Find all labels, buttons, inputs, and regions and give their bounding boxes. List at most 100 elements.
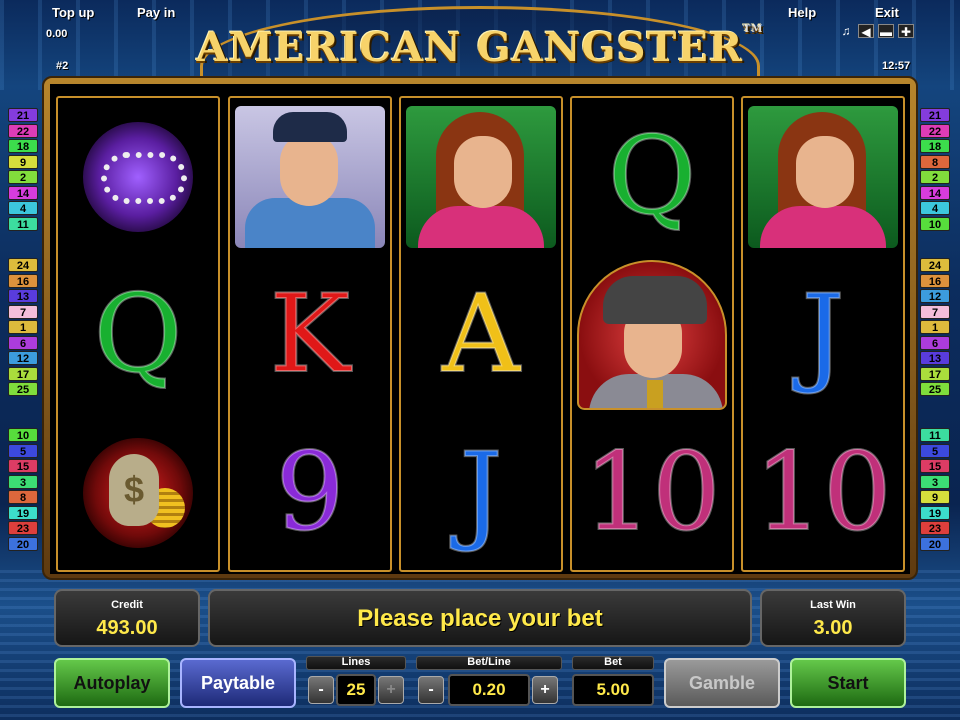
payline-badge-right: 7	[920, 304, 950, 319]
payline-badge-right: 22	[920, 123, 950, 138]
bet-line-label: Bet/Line	[467, 656, 511, 668]
reel-cell: J	[743, 256, 903, 414]
reel-5: J 10	[741, 96, 905, 572]
payline-badge-right: 4	[920, 201, 950, 215]
reel-cell	[743, 98, 903, 256]
message-panel: Please place your bet	[208, 589, 752, 647]
balance-value: 0.00	[46, 28, 68, 40]
payline-badge-right: 3	[920, 474, 950, 489]
letter-symbol: 10	[582, 430, 721, 555]
paytable-button[interactable]: Paytable	[180, 658, 296, 708]
payline-badge-left: 18	[8, 139, 38, 153]
bet-line-minus-button[interactable]: -	[418, 676, 444, 704]
payline-badge-right: 24	[920, 258, 950, 272]
reel-cell: 10	[743, 414, 903, 570]
payline-badge-right: 6	[920, 335, 950, 350]
payline-badge-right: 12	[920, 289, 950, 303]
payline-badge-left: 1	[8, 320, 38, 334]
gangster-symbol	[577, 260, 727, 410]
reel-cell	[58, 414, 218, 570]
woman-symbol	[406, 106, 556, 248]
payline-badge-right: 8	[920, 154, 950, 169]
reel-cell	[58, 98, 218, 256]
gamble-button[interactable]: Gamble	[664, 658, 780, 708]
settings-icon[interactable]: ▬	[878, 24, 894, 39]
payline-badge-left: 21	[8, 108, 38, 122]
reel-cell: 10	[572, 414, 732, 570]
credit-value: 493.00	[96, 617, 158, 639]
pay-in-link[interactable]: Pay in	[137, 5, 175, 20]
lines-minus-button[interactable]: -	[308, 676, 334, 704]
autoplay-button[interactable]: Autoplay	[54, 658, 170, 708]
payline-badge-left: 3	[8, 474, 38, 489]
exit-link[interactable]: Exit	[875, 5, 899, 20]
sound-icon[interactable]: ◀	[858, 24, 874, 39]
bet-value: 5.00	[572, 674, 654, 706]
credit-label: Credit	[111, 599, 143, 611]
music-icon[interactable]: ♫	[838, 24, 854, 38]
start-button[interactable]: Start	[790, 658, 906, 708]
payline-badge-left: 13	[8, 289, 38, 303]
payline-badge-left: 5	[8, 443, 38, 458]
payline-badge-right: 19	[920, 505, 950, 520]
payline-badge-left: 4	[8, 201, 38, 215]
lines-plus-button[interactable]: +	[378, 676, 404, 704]
payline-badge-left: 23	[8, 521, 38, 535]
bet-label: Bet	[604, 656, 622, 668]
payline-badge-right: 10	[920, 216, 950, 231]
payline-badge-left: 7	[8, 304, 38, 319]
fullscreen-icon[interactable]: ✚	[898, 24, 914, 39]
message-text: Please place your bet	[357, 605, 603, 632]
top-icons: ♫ ◀ ▬ ✚	[838, 24, 914, 39]
letter-symbol: J	[458, 430, 503, 555]
reel-cell: A	[401, 256, 561, 414]
clock: 12:57	[882, 60, 911, 72]
credit-panel: Credit 493.00	[54, 589, 200, 647]
money-bag-symbol	[83, 438, 193, 548]
payline-badge-left: 11	[8, 216, 38, 231]
woman-symbol	[748, 106, 898, 248]
payline-badge-right: 2	[920, 170, 950, 184]
lines-label: Lines	[341, 656, 371, 668]
payline-badge-right: 14	[920, 185, 950, 200]
payline-badge-right: 23	[920, 521, 950, 535]
payline-badge-right: 5	[920, 443, 950, 458]
top-up-link[interactable]: Top up	[52, 5, 94, 20]
reel-cell: J	[401, 414, 561, 570]
payline-badge-right: 17	[920, 366, 950, 381]
payline-badge-left: 24	[8, 258, 38, 272]
payline-badge-left: 17	[8, 366, 38, 381]
payline-badge-left: 10	[8, 428, 38, 442]
payline-badge-right: 18	[920, 139, 950, 153]
lines-value: 25	[336, 674, 376, 706]
reel-cell	[230, 98, 390, 256]
payline-badge-left: 19	[8, 505, 38, 520]
game-number: #2	[56, 60, 69, 72]
reel-cell: K	[230, 256, 390, 414]
payline-badge-left: 15	[8, 459, 38, 473]
jewelry-symbol	[83, 122, 193, 232]
payline-badge-left: 20	[8, 536, 38, 551]
reel-3: AJ	[399, 96, 563, 572]
bet-line-plus-button[interactable]: +	[532, 676, 558, 704]
help-link[interactable]: Help	[788, 5, 816, 20]
payline-badge-left: 6	[8, 335, 38, 350]
payline-badge-right: 11	[920, 428, 950, 442]
payline-badge-right: 16	[920, 273, 950, 288]
reel-cell	[401, 98, 561, 256]
payline-badge-right: 13	[920, 351, 950, 365]
payline-badge-right: 1	[920, 320, 950, 334]
letter-symbol: Q	[93, 272, 184, 397]
letter-symbol: J	[800, 272, 845, 397]
reel-1: Q	[56, 96, 220, 572]
reel-2: K9	[228, 96, 392, 572]
reel-cell: 9	[230, 414, 390, 570]
payline-badge-left: 16	[8, 273, 38, 288]
payline-badge-left: 12	[8, 351, 38, 365]
letter-symbol: 10	[753, 430, 892, 555]
letter-symbol: 9	[275, 430, 346, 555]
payline-badge-left: 14	[8, 185, 38, 200]
policeman-symbol	[235, 106, 385, 248]
payline-badge-right: 9	[920, 490, 950, 504]
reel-cell: Q	[572, 98, 732, 256]
